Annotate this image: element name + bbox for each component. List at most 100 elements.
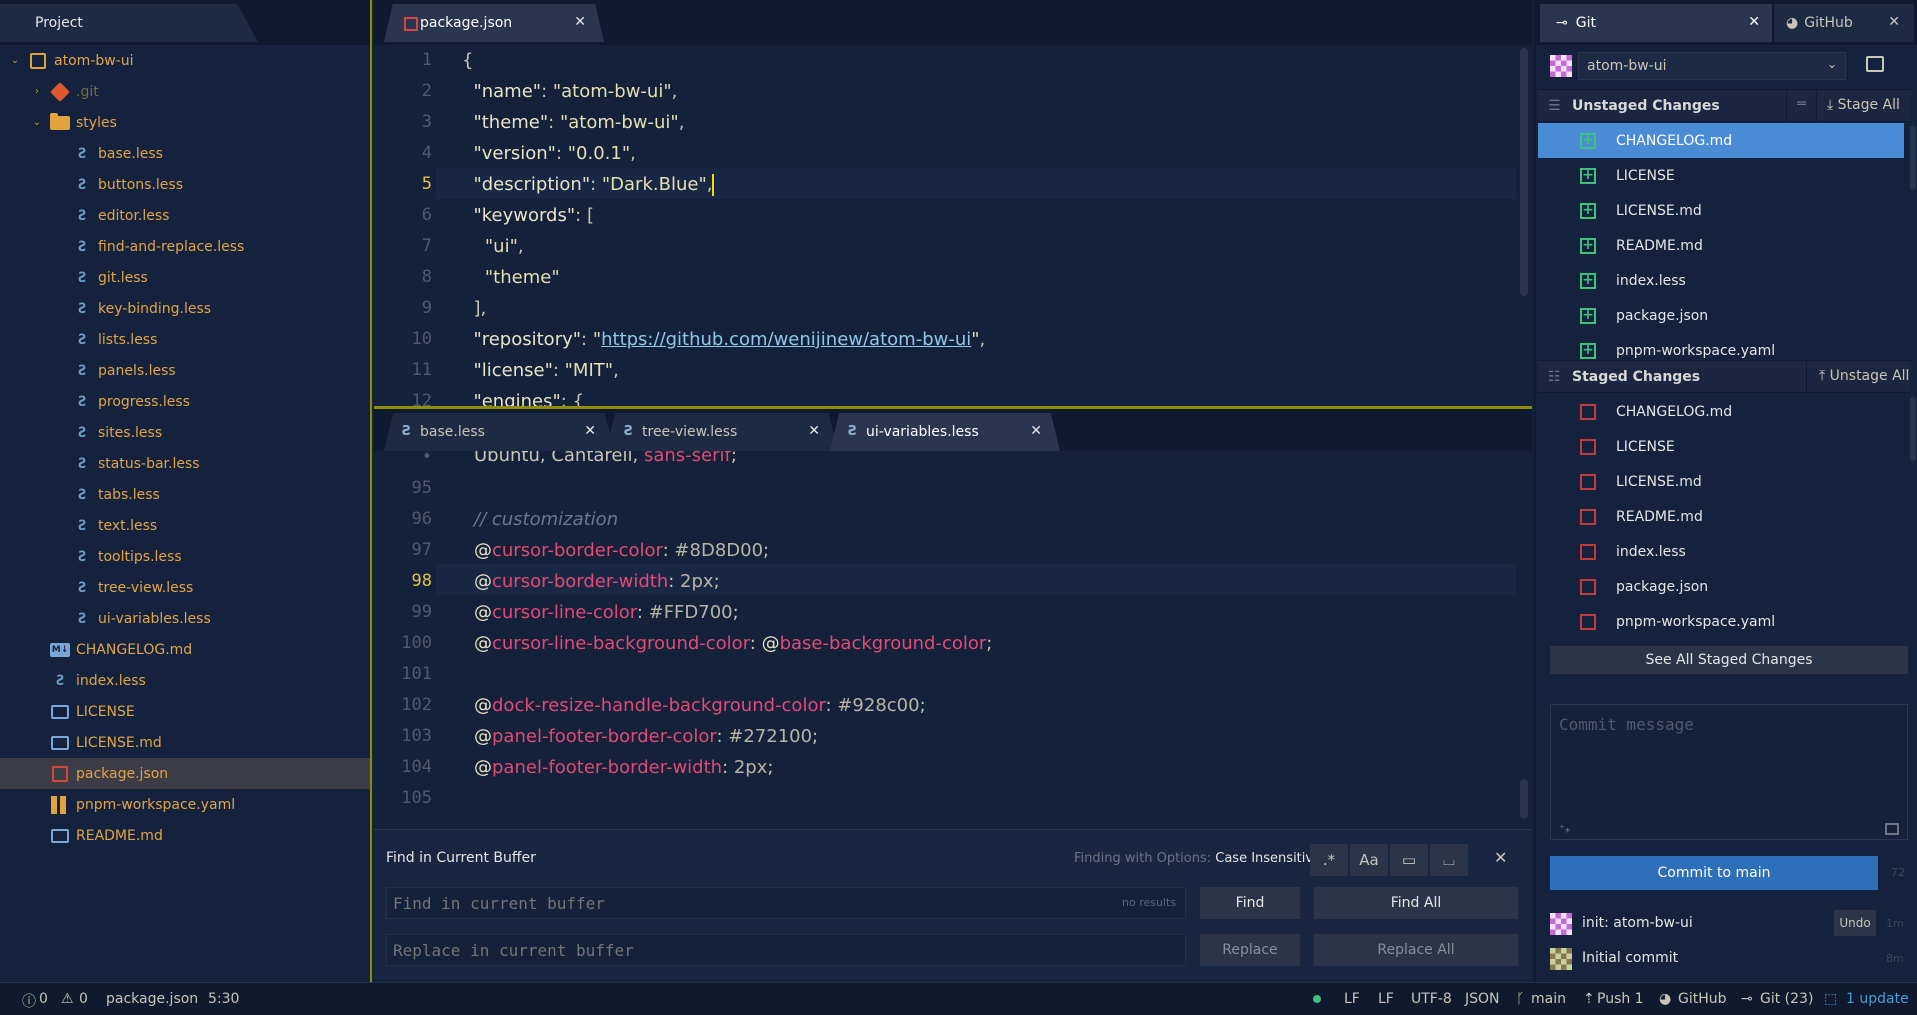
tree-file[interactable]: Ƨpanels.less: [0, 355, 370, 386]
replace-all-button[interactable]: Replace All: [1314, 934, 1518, 966]
commit-button[interactable]: Commit to main: [1550, 856, 1878, 890]
repository-select[interactable]: atom-bw-ui ⌄: [1578, 52, 1846, 80]
staged-file-item[interactable]: README.md: [1538, 499, 1904, 534]
selection-only-icon[interactable]: ▭: [1390, 844, 1428, 876]
line-ending-selector[interactable]: LF: [1344, 991, 1360, 1007]
find-button[interactable]: Find: [1200, 887, 1300, 919]
regex-toggle-button[interactable]: .*: [1310, 844, 1348, 876]
tree-file[interactable]: Ƨui-variables.less: [0, 603, 370, 634]
close-icon[interactable]: ✕: [574, 14, 586, 30]
unstaged-file-item[interactable]: + package.json: [1538, 298, 1904, 333]
collapse-icon[interactable]: ═: [1786, 90, 1816, 121]
project-tab[interactable]: Project: [0, 4, 258, 42]
close-icon[interactable]: ✕: [808, 423, 820, 439]
error-icon[interactable]: ⓘ: [22, 991, 36, 1011]
unstaged-file-item[interactable]: + index.less: [1538, 263, 1904, 298]
recent-commit-item[interactable]: init: atom-bw-ui Undo 1m: [1536, 907, 1917, 941]
tree-file[interactable]: Ƨeditor.less: [0, 200, 370, 231]
tree-file[interactable]: M↓ CHANGELOG.md: [0, 634, 370, 665]
staged-file-item[interactable]: pnpm-workspace.yaml: [1538, 604, 1904, 630]
file-name: package.json: [1616, 578, 1709, 595]
tree-file[interactable]: LICENSE: [0, 696, 370, 727]
vertical-scrollbar[interactable]: [1910, 126, 1916, 190]
tree-file[interactable]: Ƨtooltips.less: [0, 541, 370, 572]
tree-file[interactable]: Ƨkey-binding.less: [0, 293, 370, 324]
expand-icon[interactable]: [1885, 823, 1899, 835]
current-file-path[interactable]: package.json: [106, 991, 198, 1007]
replace-input[interactable]: [386, 934, 1186, 966]
close-icon[interactable]: ✕: [1888, 14, 1900, 30]
close-icon[interactable]: ✕: [584, 423, 596, 439]
tree-file[interactable]: Ƨlists.less: [0, 324, 370, 355]
unstaged-file-item[interactable]: + LICENSE: [1538, 158, 1904, 193]
cursor-position[interactable]: 5:30: [208, 991, 239, 1007]
recent-commit-item[interactable]: Initial commit 8m: [1536, 942, 1917, 976]
code-line: @cursor-border-color: #8D8D00;: [474, 540, 770, 561]
tree-root[interactable]: ⌄ atom-bw-ui: [0, 45, 370, 76]
tree-file[interactable]: Ƨsites.less: [0, 417, 370, 448]
tree-file[interactable]: Ƨstatus-bar.less: [0, 448, 370, 479]
tree-file[interactable]: Ƨbuttons.less: [0, 169, 370, 200]
tree-file[interactable]: Ƨtree-view.less: [0, 572, 370, 603]
github-toggle[interactable]: GitHub: [1678, 991, 1727, 1007]
tab-ui-variables-less[interactable]: Ƨ ui-variables.less ✕: [830, 413, 1060, 451]
tree-file[interactable]: Ƨtext.less: [0, 510, 370, 541]
staged-file-item[interactable]: LICENSE.md: [1538, 464, 1904, 499]
tree-file[interactable]: pnpm-workspace.yaml: [0, 789, 370, 820]
error-count[interactable]: 0: [39, 991, 48, 1007]
encoding-selector[interactable]: UTF-8: [1411, 991, 1452, 1007]
tree-file[interactable]: Ƨfind-and-replace.less: [0, 231, 370, 262]
close-icon[interactable]: ✕: [1030, 423, 1042, 439]
find-input[interactable]: [386, 887, 1186, 919]
tree-folder[interactable]: ⌄ styles: [0, 107, 370, 138]
tree-file[interactable]: › .git: [0, 76, 370, 107]
tree-file[interactable]: Ƨgit.less: [0, 262, 370, 293]
tree-file[interactable]: Ƨtabs.less: [0, 479, 370, 510]
line-ending-selector[interactable]: LF: [1378, 991, 1394, 1007]
replace-button[interactable]: Replace: [1200, 934, 1300, 966]
close-icon[interactable]: ✕: [1494, 848, 1507, 867]
tab-github[interactable]: ◕ GitHub ✕: [1774, 4, 1914, 42]
code-line: @dock-resize-handle-background-color: #9…: [474, 695, 926, 716]
staged-file-item[interactable]: package.json: [1538, 569, 1904, 604]
warning-icon[interactable]: ⚠: [61, 991, 74, 1007]
warning-count[interactable]: 0: [79, 991, 88, 1007]
staged-file-item[interactable]: index.less: [1538, 534, 1904, 569]
unstaged-file-item[interactable]: + pnpm-workspace.yaml: [1538, 333, 1904, 359]
case-sensitive-toggle-button[interactable]: Aa: [1350, 844, 1388, 876]
push-button[interactable]: Push 1: [1597, 991, 1644, 1007]
vertical-scrollbar[interactable]: [1910, 397, 1916, 461]
unstaged-file-item[interactable]: + CHANGELOG.md: [1538, 123, 1904, 158]
add-coauthor-icon[interactable]: ⁺⁎: [1559, 822, 1570, 835]
tab-git[interactable]: ⊸ Git ✕: [1540, 4, 1772, 42]
branch-name[interactable]: main: [1531, 991, 1566, 1007]
tree-file[interactable]: README.md: [0, 820, 370, 851]
package-updates[interactable]: 1 update: [1846, 991, 1909, 1007]
tree-file[interactable]: Ƨbase.less: [0, 138, 370, 169]
tree-file[interactable]: Ƨprogress.less: [0, 386, 370, 417]
stage-all-button[interactable]: ⤓ Stage All: [1816, 90, 1911, 121]
close-icon[interactable]: ✕: [1748, 14, 1760, 30]
git-toggle[interactable]: Git (23): [1760, 991, 1813, 1007]
lock-icon[interactable]: [1866, 56, 1884, 72]
staged-file-item[interactable]: CHANGELOG.md: [1538, 394, 1904, 429]
tab-tree-view-less[interactable]: Ƨ tree-view.less ✕: [606, 413, 838, 451]
staged-file-item[interactable]: LICENSE: [1538, 429, 1904, 464]
grammar-selector[interactable]: JSON: [1465, 991, 1500, 1007]
tree-file[interactable]: package.json: [0, 758, 370, 789]
see-all-staged-button[interactable]: See All Staged Changes: [1550, 646, 1908, 674]
tree-file[interactable]: LICENSE.md: [0, 727, 370, 758]
tree-file[interactable]: Ƨindex.less: [0, 665, 370, 696]
commit-message-box[interactable]: Commit message ⁺⁎: [1550, 704, 1908, 840]
unstage-all-button[interactable]: ⤒ Unstage All: [1806, 361, 1911, 392]
less-file-icon: Ƨ: [77, 548, 87, 565]
undo-button[interactable]: Undo: [1834, 910, 1876, 936]
tab-package-json[interactable]: package.json ✕: [384, 4, 604, 42]
vertical-scrollbar[interactable]: [1520, 779, 1528, 819]
vertical-scrollbar[interactable]: [1520, 48, 1528, 296]
whole-word-icon[interactable]: ⌴: [1430, 844, 1468, 876]
repository-link[interactable]: https://github.com/wenijinew/atom-bw-ui: [601, 329, 971, 350]
find-all-button[interactable]: Find All: [1314, 887, 1518, 919]
unstaged-file-item[interactable]: + README.md: [1538, 228, 1904, 263]
unstaged-file-item[interactable]: + LICENSE.md: [1538, 193, 1904, 228]
